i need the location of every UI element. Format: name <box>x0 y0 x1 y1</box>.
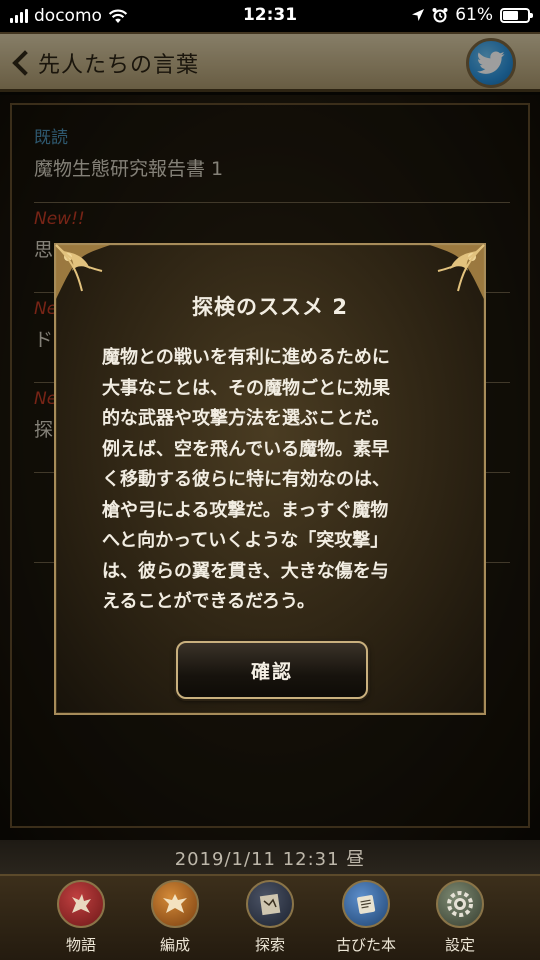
gear-icon <box>436 880 484 928</box>
bottom-tab-bar: 物語 編成 探索 古びた本 設定 <box>0 874 540 960</box>
dialog-text-line: 大事なことは、その魔物ごとに効果 <box>102 377 390 399</box>
tab-label: 設定 <box>444 936 475 954</box>
dialog-text-line: く移動する彼らに特に有効なのは、 <box>102 469 390 490</box>
dialog-text-line: 槍や弓による攻撃だ。まっすぐ魔物 <box>102 499 389 521</box>
old-book-icon <box>342 880 390 928</box>
dialog-body: 魔物との戦いを有利に進めるために 大事なことは、その魔物ごとに効果 的な武器や攻… <box>102 343 448 618</box>
griffin-emblem-icon <box>57 880 105 928</box>
tab-old-book[interactable]: 古びた本 <box>326 880 406 955</box>
confirm-button-label: 確認 <box>250 660 293 683</box>
tab-label: 探索 <box>254 936 285 954</box>
status-bar-right: 61% <box>411 5 533 25</box>
dialog-text-line: 例えば、空を飛んでいる魔物。素早 <box>102 438 390 460</box>
battery-icon <box>500 7 533 23</box>
dialog-text-line: 的な武器や攻撃方法を選ぶことだ。 <box>102 408 390 429</box>
tab-explore[interactable]: 探索 <box>230 880 310 955</box>
dialog-text-line: へと向かっていくような「突攻撃」 <box>102 530 389 551</box>
status-bar: docomo 12:31 61% <box>0 0 540 32</box>
confirm-button[interactable]: 確認 <box>176 641 368 699</box>
tab-label: 物語 <box>65 936 96 954</box>
tab-formation[interactable]: 編成 <box>135 880 215 955</box>
tab-label: 編成 <box>159 936 190 954</box>
location-icon <box>412 9 425 21</box>
map-scroll-icon <box>246 880 294 928</box>
dialog-text-line: えることができるだろう。 <box>102 591 315 612</box>
tab-label: 古びた本 <box>335 936 396 954</box>
alarm-icon <box>432 8 448 23</box>
battery-percent: 61% <box>455 5 493 25</box>
battery-level <box>503 10 518 20</box>
dialog-text-line: は、彼らの翼を貫き、大きな傷を与 <box>102 560 389 582</box>
dialog-title: 探検のススメ 2 <box>192 295 348 319</box>
tab-settings[interactable]: 設定 <box>420 880 500 955</box>
tab-story[interactable]: 物語 <box>41 880 121 955</box>
tip-dialog: 探検のススメ 2 魔物との戦いを有利に進めるために 大事なことは、その魔物ごとに… <box>54 243 486 715</box>
dialog-text-line: 魔物との戦いを有利に進めるために <box>102 347 390 368</box>
in-game-date: 2019/1/11 12:31 昼 <box>0 840 540 874</box>
eagle-emblem-icon <box>151 880 199 928</box>
